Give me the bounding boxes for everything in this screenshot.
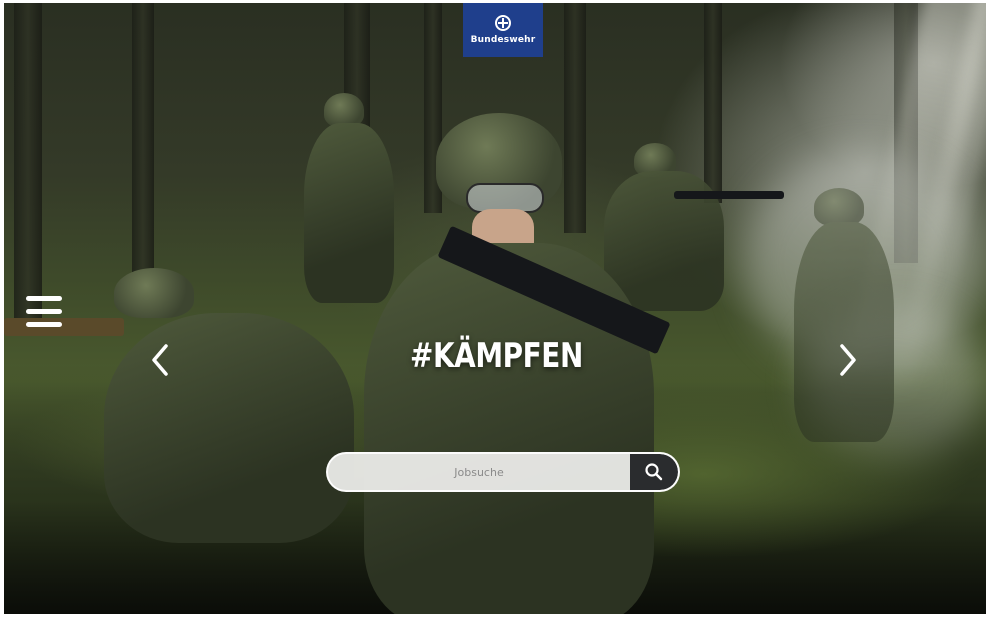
tree-trunk [132, 3, 154, 303]
tree-trunk [14, 3, 42, 333]
iron-cross-icon [495, 15, 511, 31]
bundeswehr-logo[interactable]: Bundeswehr [463, 3, 543, 57]
logo-text: Bundeswehr [470, 35, 536, 45]
hero-headline: #KÄMPFEN [410, 336, 583, 376]
job-search-input[interactable] [328, 454, 630, 490]
menu-button[interactable] [26, 296, 62, 330]
hero-background [4, 3, 986, 614]
search-button[interactable] [630, 454, 678, 490]
job-search-bar [326, 452, 680, 492]
tree-trunk [564, 3, 586, 233]
search-icon [645, 463, 663, 481]
tree-trunk [704, 3, 722, 203]
hamburger-menu-icon [26, 296, 62, 301]
